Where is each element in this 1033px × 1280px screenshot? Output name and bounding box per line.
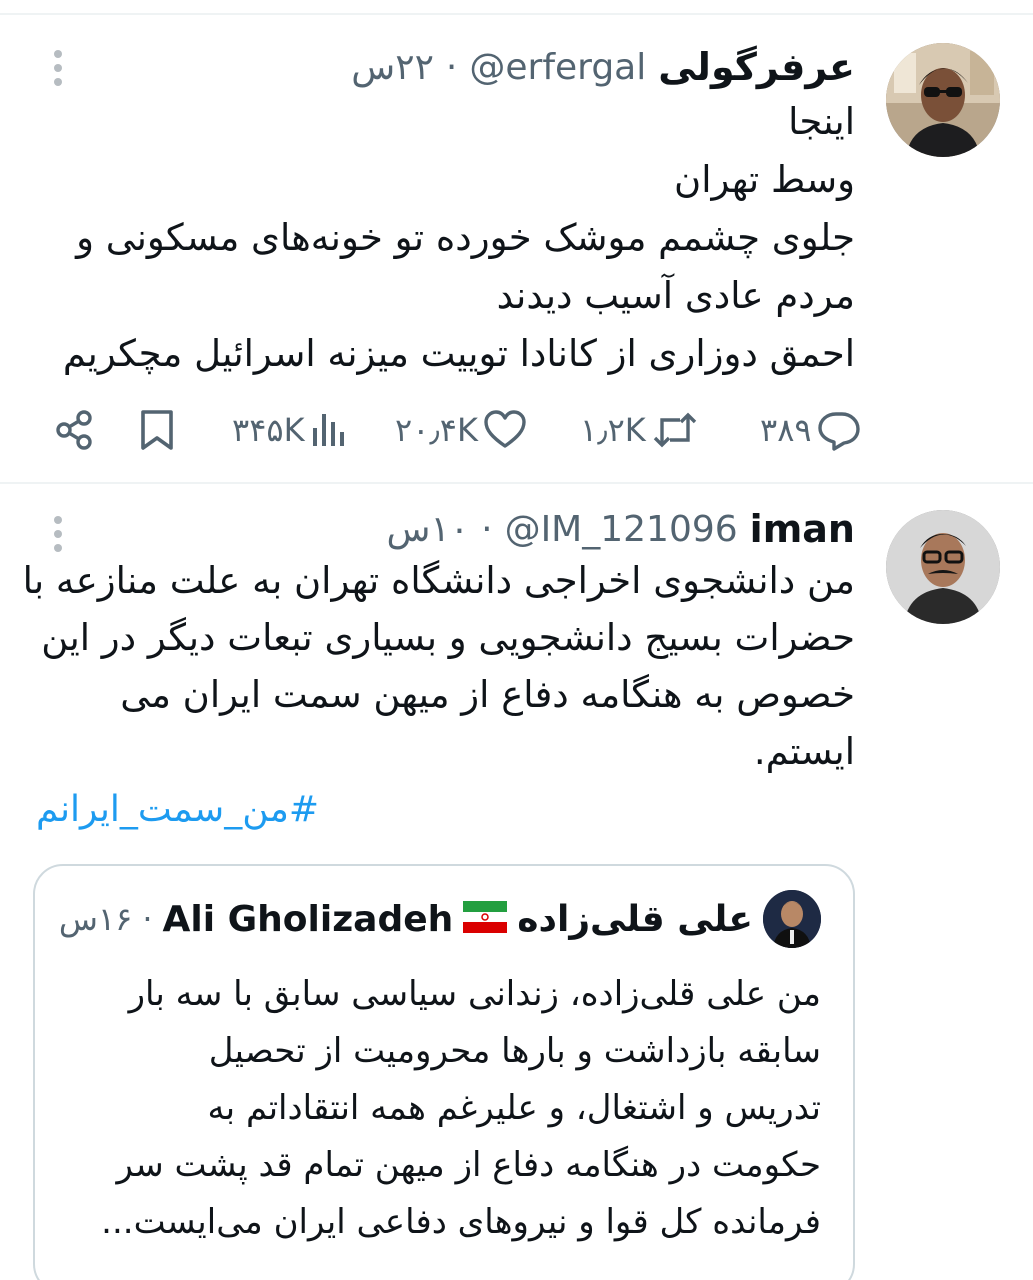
retweet-icon — [653, 412, 696, 448]
quoted-line: تدریس و اشتغال، و علیرغم همه انتقاداتم ب… — [207, 1088, 821, 1128]
views-icon — [312, 414, 344, 446]
tweet-1[interactable]: عرفرگولی @erfergal · ۲۲س اینجا وسط تهران… — [0, 20, 1033, 482]
timeline: عرفرگولی @erfergal · ۲۲س اینجا وسط تهران… — [0, 0, 1033, 1280]
quoted-tweet-text: من علی قلی‌زاده، زندانی سیاسی سابق با سه… — [61, 966, 821, 1251]
quoted-display-name[interactable]: علی قلی‌زاده — [517, 899, 753, 940]
tweet-header: iman @IM_121096 · ۱۰س — [386, 504, 855, 554]
tweet-text: من دانشجوی اخراجی دانشگاه تهران به علت م… — [22, 552, 855, 780]
tweet-line: ایستم. — [753, 730, 855, 773]
action-bar: ۳۴۵K ۲۰٫۴K ۱٫۲K ۳۸۹ — [0, 405, 1033, 455]
separator: · — [445, 46, 458, 88]
display-name[interactable]: iman — [750, 507, 855, 551]
avatar[interactable] — [886, 43, 1000, 157]
timestamp[interactable]: ۲۲س — [351, 47, 434, 88]
like-button[interactable]: ۲۰٫۴K — [395, 405, 528, 455]
quoted-tweet-header: علی قلی‌زاده Ali Gholizadeh · ۱۶س — [59, 890, 821, 948]
display-name[interactable]: عرفرگولی — [658, 45, 855, 89]
like-count: ۲۰٫۴K — [395, 411, 478, 449]
more-options-icon[interactable] — [48, 50, 68, 94]
separator: · — [142, 900, 153, 938]
tweet-2[interactable]: iman @IM_121096 · ۱۰س من دانشجوی اخراجی … — [0, 484, 1033, 1280]
tweet-line: وسط تهران — [674, 158, 855, 201]
timestamp[interactable]: ۱۰س — [386, 509, 469, 550]
quoted-line: حکومت در هنگامه دفاع از میهن تمام قد پشت… — [116, 1145, 821, 1185]
hashtag-link[interactable]: #من_سمت_ایرانم — [36, 789, 319, 830]
tweet-line: اینجا — [788, 100, 855, 143]
quoted-line: سابقه بازداشت و بارها محرومیت از تحصیل — [208, 1031, 821, 1071]
quoted-timestamp[interactable]: ۱۶س — [59, 900, 132, 938]
iran-flag-icon — [463, 901, 508, 937]
share-button[interactable] — [52, 405, 96, 455]
retweet-button[interactable]: ۱٫۲K — [580, 405, 700, 455]
reply-button[interactable]: ۳۸۹ — [760, 405, 862, 455]
retweet-count: ۱٫۲K — [580, 411, 646, 449]
heart-icon — [484, 410, 526, 448]
bookmark-icon — [141, 410, 173, 450]
views-button[interactable]: ۳۴۵K — [232, 405, 349, 455]
separator: · — [481, 508, 493, 550]
tweet-line: جلوی چشمم موشک خورده تو خونه‌های مسکونی … — [76, 216, 855, 259]
quoted-line: فرمانده کل قوا و نیروهای دفاعی ایران می‌… — [101, 1202, 821, 1242]
handle[interactable]: @IM_121096 — [505, 509, 738, 550]
tweet-text: اینجا وسط تهران جلوی چشمم موشک خورده تو … — [55, 93, 855, 383]
bookmark-button[interactable] — [137, 405, 177, 455]
tweet-line: من دانشجوی اخراجی دانشگاه تهران به علت م… — [22, 559, 855, 602]
share-icon — [56, 410, 92, 450]
reply-count: ۳۸۹ — [760, 411, 812, 449]
top-divider — [0, 13, 1033, 15]
tweet-line: حضرات بسیج دانشجویی و بسیاری تبعات دیگر … — [41, 616, 855, 659]
handle[interactable]: @erfergal — [469, 47, 646, 88]
tweet-line: مردم عادی آسیب دیدند — [496, 274, 855, 317]
quoted-avatar[interactable] — [763, 890, 821, 948]
tweet-line: خصوص به هنگامه دفاع از میهن سمت ایران می — [120, 673, 855, 716]
quoted-line: من علی قلی‌زاده، زندانی سیاسی سابق با سه… — [128, 974, 821, 1014]
tweet-line: احمق دوزاری از کانادا توییت میزنه اسرائی… — [62, 332, 855, 375]
avatar[interactable] — [886, 510, 1000, 624]
views-count: ۳۴۵K — [232, 411, 305, 449]
tweet-header: عرفرگولی @erfergal · ۲۲س — [351, 42, 855, 92]
reply-icon — [817, 412, 860, 451]
quoted-tweet[interactable]: علی قلی‌زاده Ali Gholizadeh · ۱۶س من علی… — [33, 864, 855, 1280]
quoted-handle-name[interactable]: Ali Gholizadeh — [163, 899, 454, 940]
